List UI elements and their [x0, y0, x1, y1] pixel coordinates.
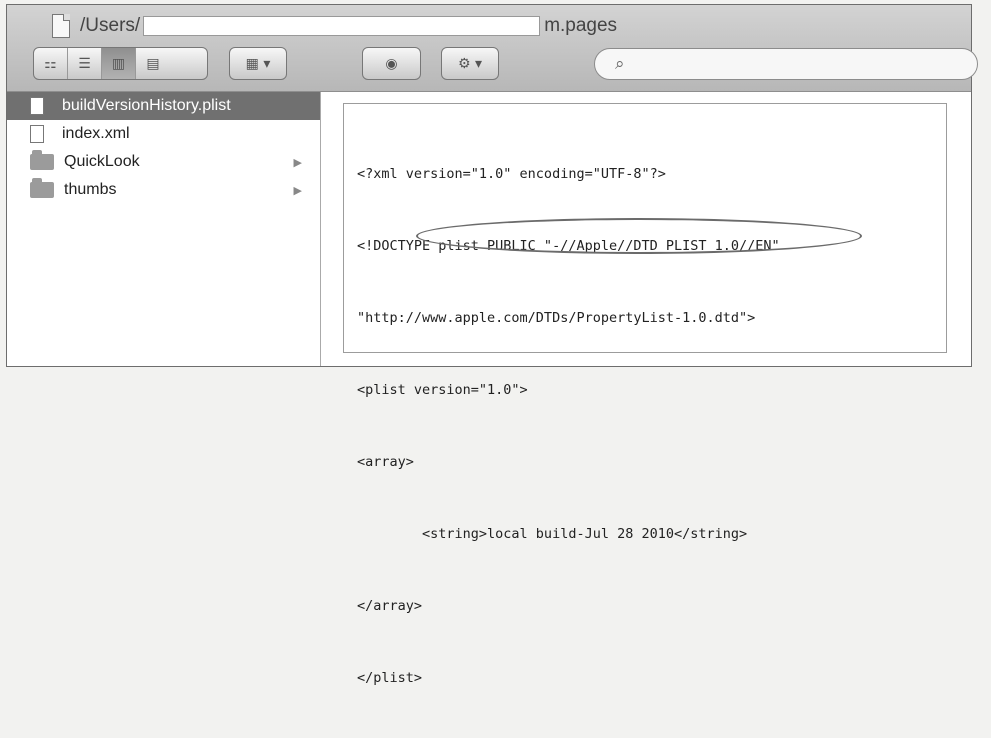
arrange-menu[interactable]: ▦ ▾ [230, 48, 286, 79]
magnifier-icon: ⌕ [615, 54, 625, 74]
disclosure-arrow-icon: ▶ [293, 183, 302, 197]
item-label: index.xml [62, 125, 130, 142]
column-view-button[interactable]: ▥ [102, 48, 136, 79]
file-icon [30, 125, 44, 143]
xml-line: <array> [357, 454, 414, 470]
xml-content: <?xml version="1.0" encoding="UTF-8"?> <… [357, 114, 780, 738]
icon-view-button[interactable]: ⚏ [34, 48, 68, 79]
list-view-icon: ☰ [78, 55, 91, 72]
document-icon [52, 14, 70, 38]
xml-line: "http://www.apple.com/DTDs/PropertyList-… [357, 310, 756, 326]
preview-pane: <?xml version="1.0" encoding="UTF-8"?> <… [343, 103, 947, 686]
list-view-button[interactable]: ☰ [68, 48, 102, 79]
title-prefix: /Users/ [80, 15, 141, 36]
column-view-icon: ▥ [111, 55, 126, 72]
coverflow-view-button[interactable]: ▤ [136, 48, 170, 79]
gear-icon: ⚙ ▾ [457, 55, 483, 72]
item-label: buildVersionHistory.plist [62, 97, 231, 114]
folder-icon [30, 150, 54, 170]
file-column: buildVersionHistory.plist index.xml Quic… [7, 92, 321, 366]
file-icon [30, 97, 44, 115]
xml-line: </plist> [357, 670, 423, 686]
eye-icon: ◉ [385, 55, 398, 72]
xml-line: <?xml version="1.0" encoding="UTF-8"?> [357, 166, 666, 182]
item-label: QuickLook [64, 153, 140, 170]
xml-line: <string>local build-Jul 28 2010</string> [357, 526, 748, 542]
list-item[interactable]: buildVersionHistory.plist [7, 92, 320, 120]
folder-icon [30, 178, 54, 198]
redacted-path [143, 16, 541, 36]
search-input[interactable]: ⌕ [594, 48, 978, 80]
list-item[interactable]: QuickLook ▶ [7, 148, 320, 176]
list-item[interactable]: index.xml [7, 120, 320, 148]
icon-view-icon: ⚏ [44, 55, 57, 72]
title-suffix: m.pages [544, 15, 618, 36]
path-title: /Users/ m.pages [52, 13, 617, 39]
arrange-button[interactable]: ▦ ▾ [229, 47, 287, 80]
action-menu[interactable]: ⚙ ▾ [442, 48, 498, 79]
view-switcher: ⚏ ☰ ▥ ▤ [33, 47, 208, 80]
finder-window: /Users/ m.pages ⚏ ☰ ▥ ▤ ▦ ▾ ◉ ⚙ ▾ ⌕ buil… [6, 4, 978, 686]
xml-line: </array> [357, 598, 423, 614]
item-label: thumbs [64, 181, 117, 198]
coverflow-view-icon: ▤ [146, 55, 160, 72]
action-button[interactable]: ⚙ ▾ [441, 47, 499, 80]
toolbar: ⚏ ☰ ▥ ▤ ▦ ▾ ◉ ⚙ ▾ ⌕ [33, 47, 978, 83]
list-item[interactable]: thumbs ▶ [7, 176, 320, 204]
highlight-ellipse [416, 218, 862, 254]
quick-look-button[interactable]: ◉ [362, 47, 421, 80]
xml-line: <plist version="1.0"> [357, 382, 528, 398]
arrange-menu-icon: ▦ ▾ [245, 55, 271, 72]
quick-look-cell[interactable]: ◉ [363, 48, 420, 79]
disclosure-arrow-icon: ▶ [293, 155, 302, 169]
title-bar: /Users/ m.pages ⚏ ☰ ▥ ▤ ▦ ▾ ◉ ⚙ ▾ ⌕ [7, 5, 978, 92]
